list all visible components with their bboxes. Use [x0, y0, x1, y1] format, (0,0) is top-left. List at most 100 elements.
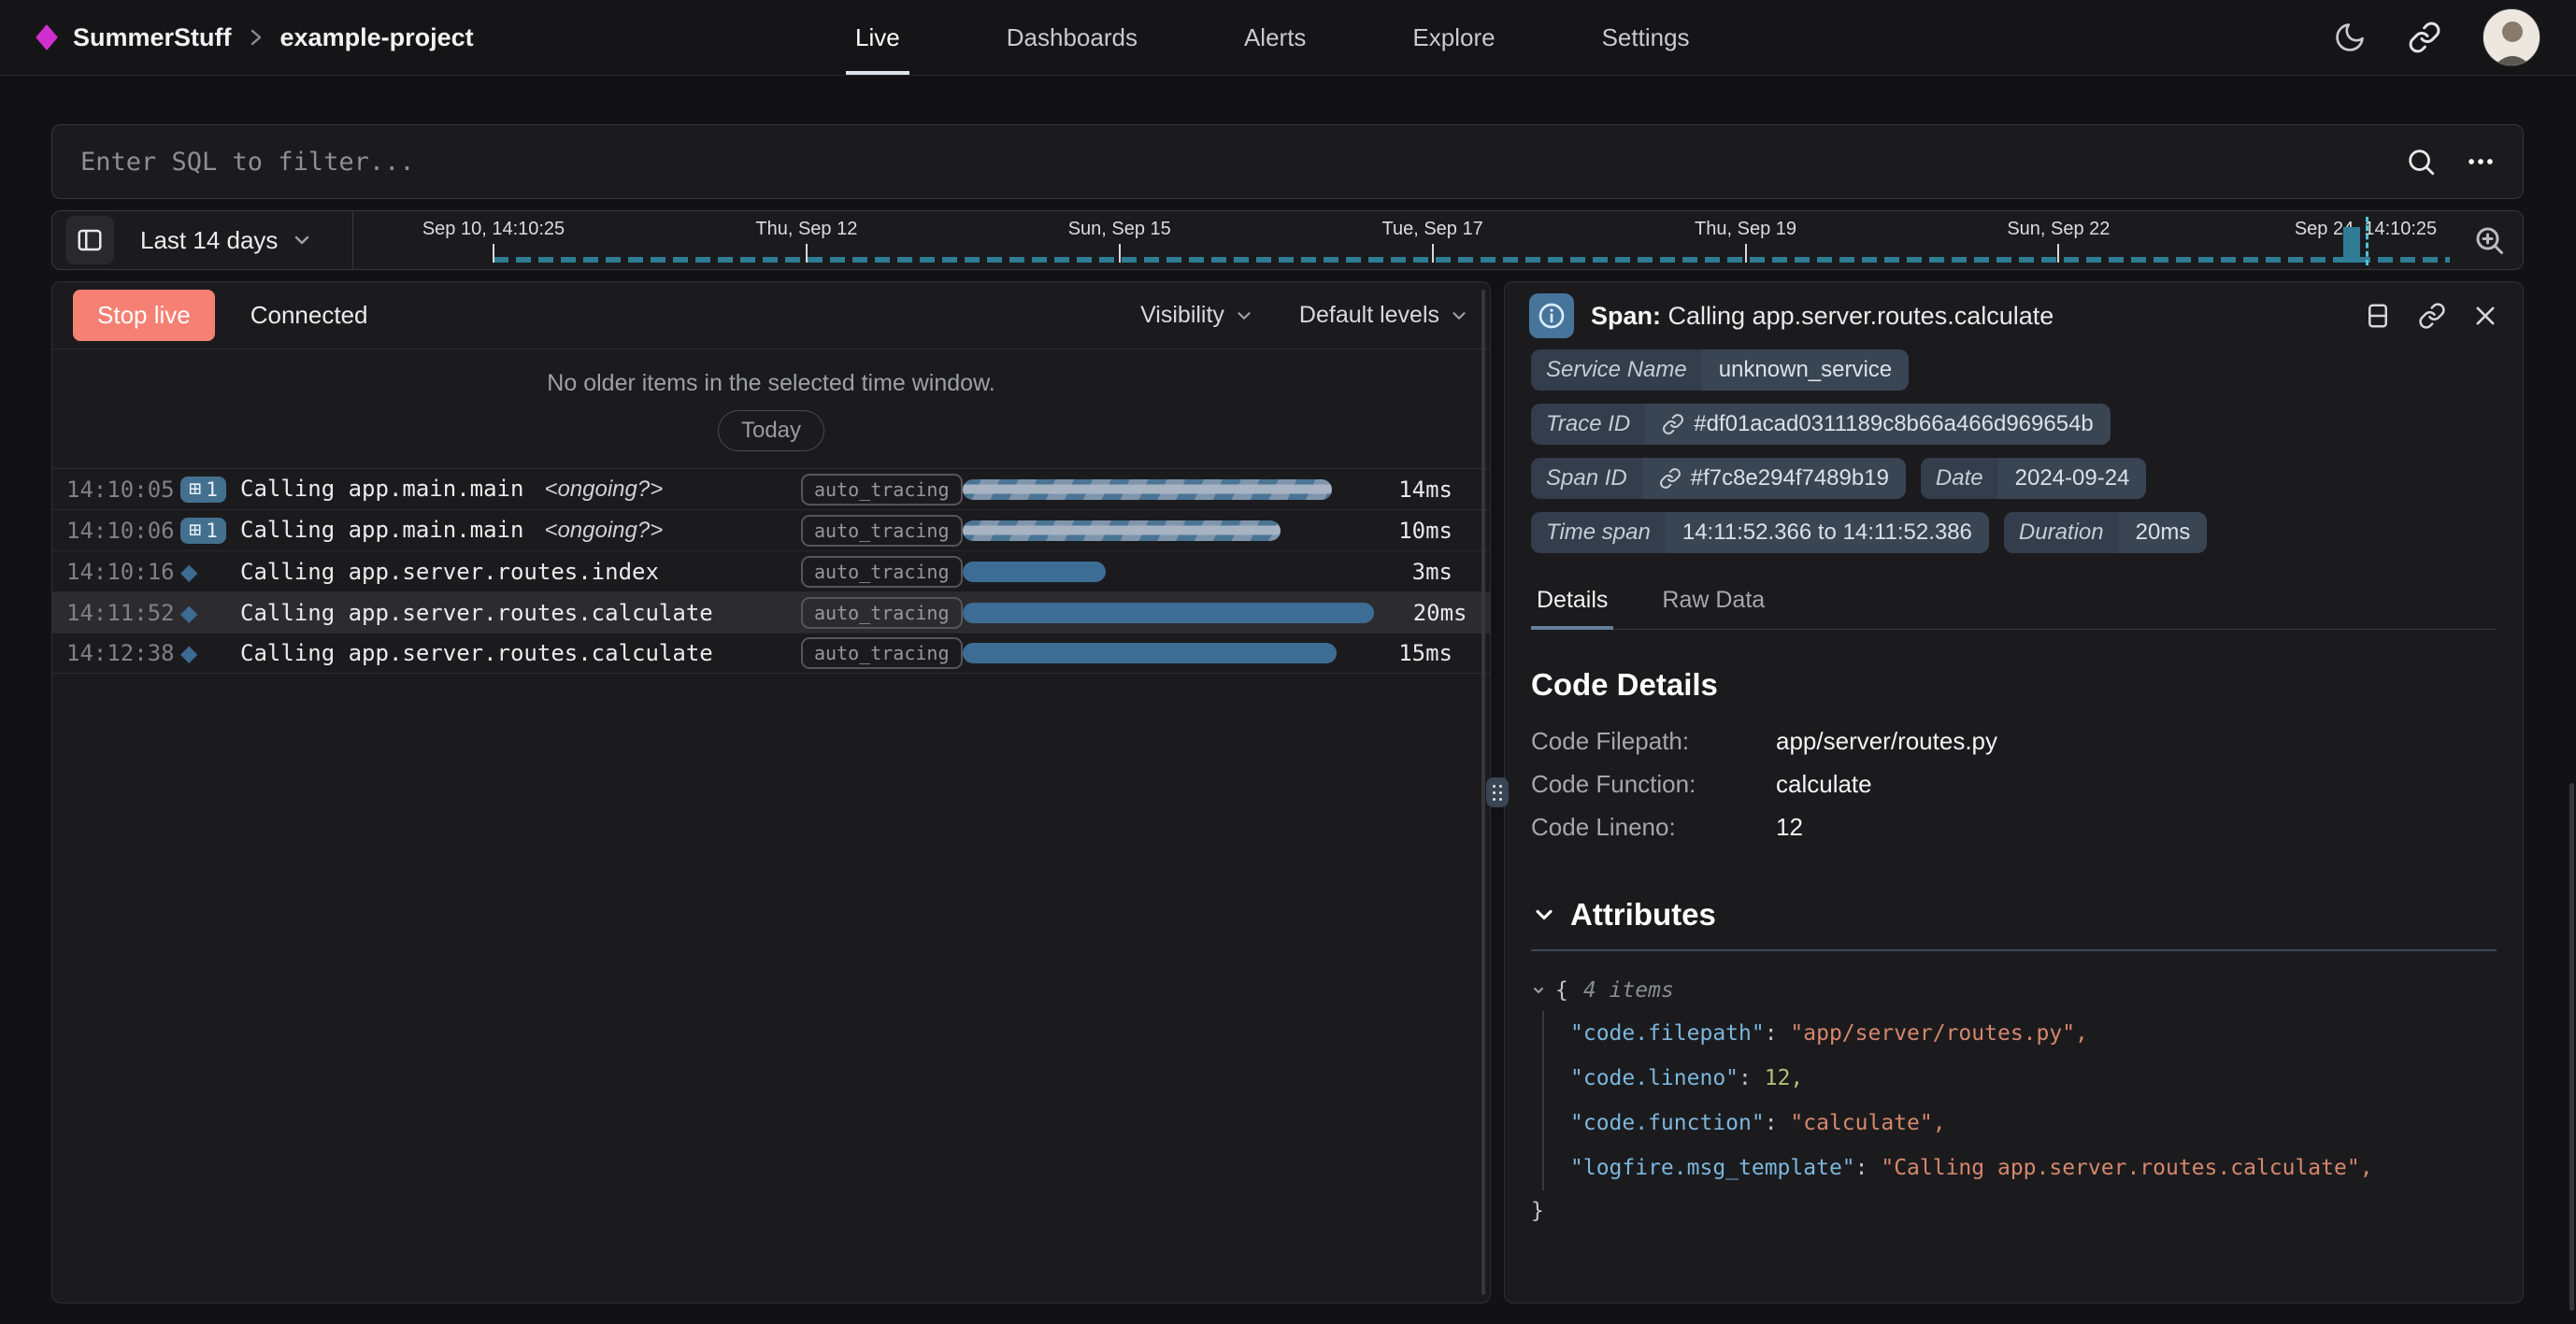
json-close-line: } — [1531, 1190, 2497, 1231]
code-lineno-row: Code Lineno: 12 — [1531, 805, 2497, 848]
log-row-selected[interactable]: 14:11:52 ◆ Calling app.server.routes.cal… — [52, 591, 1490, 633]
tab-details[interactable]: Details — [1531, 579, 1613, 630]
duration-badge: Duration 20ms — [2004, 512, 2207, 553]
page-scrollbar[interactable] — [2569, 783, 2574, 1311]
default-levels-dropdown[interactable]: Default levels — [1299, 302, 1469, 329]
duration-bar — [963, 562, 1106, 582]
filter-more-button[interactable] — [2465, 146, 2497, 178]
log-row[interactable]: 14:10:06 ⊞1 Calling app.main.main<ongoin… — [52, 509, 1490, 550]
panel-resize-grip[interactable] — [1486, 777, 1509, 807]
json-entry: "logfire.msg_template": "Calling app.ser… — [1570, 1146, 2497, 1190]
link-icon — [1662, 413, 1684, 435]
row-message: Calling app.main.main — [240, 517, 523, 543]
attributes-heading: Attributes — [1570, 897, 1716, 932]
chevron-down-icon — [1449, 306, 1469, 326]
tab-live[interactable]: Live — [842, 0, 913, 75]
link-icon — [2418, 302, 2446, 330]
chevron-down-icon — [1531, 983, 1546, 998]
chevron-right-icon — [249, 26, 264, 49]
log-row[interactable]: 14:10:05 ⊞1 Calling app.main.main <ongoin… — [52, 468, 1490, 509]
log-row[interactable]: 14:12:38 ◆ Calling app.server.routes.cal… — [52, 633, 1490, 674]
live-feed-scrollbar[interactable] — [1481, 290, 1485, 1295]
sql-filter-bar — [51, 124, 2524, 199]
brand-diamond-icon — [36, 24, 58, 50]
span-diamond-icon: ◆ — [180, 559, 197, 585]
sidebar-toggle-button[interactable] — [65, 216, 114, 264]
auto-tracing-tag[interactable]: auto_tracing — [801, 637, 963, 669]
avatar[interactable] — [2483, 8, 2540, 66]
sql-filter-input[interactable] — [52, 125, 2405, 198]
json-entry: "code.lineno": 12, — [1570, 1056, 2497, 1101]
time-range-label: Last 14 days — [140, 226, 278, 255]
span-detail-panel: Span: Calling app.server.routes.calculat… — [1504, 281, 2524, 1303]
live-feed-header: Stop live Connected Visibility Default l… — [52, 282, 1490, 349]
attributes-json-viewer: { 4 items "code.filepath": "app/server/r… — [1531, 970, 2497, 1231]
top-nav: SummerStuff example-project Live Dashboa… — [0, 0, 2576, 76]
sidebar-panel-icon — [76, 226, 104, 254]
json-root-line[interactable]: { 4 items — [1531, 970, 2497, 1011]
auto-tracing-tag[interactable]: auto_tracing — [801, 556, 963, 588]
span-count-badge: ⊞1 — [180, 477, 226, 503]
tab-explore[interactable]: Explore — [1399, 0, 1508, 75]
nav-tabs: Live Dashboards Alerts Explore Settings — [343, 0, 2202, 75]
json-entries: "code.filepath": "app/server/routes.py",… — [1542, 1011, 2497, 1190]
row-ongoing-suffix: <ongoing?> — [544, 518, 663, 543]
row-timestamp: 14:10:05 — [66, 477, 180, 503]
trace-id-badge[interactable]: Trace ID #df01acad0311189c8b66a466d96965… — [1531, 404, 2111, 445]
row-message: Calling app.server.routes.calculate — [240, 640, 713, 666]
timeline-zoom-button[interactable] — [2472, 223, 2506, 257]
theme-toggle-button[interactable] — [2333, 21, 2367, 54]
copy-link-button[interactable] — [2418, 302, 2446, 330]
tab-settings[interactable]: Settings — [1589, 0, 1703, 75]
duration-bar — [963, 603, 1374, 623]
row-message: Calling app.main.main — [240, 476, 523, 502]
code-function-row: Code Function: calculate — [1531, 762, 2497, 805]
timeline-activity-dashes — [494, 257, 2450, 263]
time-span-badge: Time span 14:11:52.366 to 14:11:52.386 — [1531, 512, 1989, 553]
time-range-select[interactable]: Last 14 days — [140, 226, 313, 255]
row-duration: 15ms — [1359, 640, 1453, 666]
timeline-divider — [352, 211, 353, 269]
search-button[interactable] — [2405, 146, 2437, 178]
row-timestamp: 14:11:52 — [66, 600, 180, 626]
span-diamond-icon: ◆ — [180, 600, 197, 626]
sql-filter-actions — [2405, 146, 2523, 178]
ellipsis-icon — [2465, 146, 2497, 178]
json-entry: "code.filepath": "app/server/routes.py", — [1570, 1011, 2497, 1056]
row-message: Calling app.server.routes.index — [240, 559, 659, 585]
tab-alerts[interactable]: Alerts — [1231, 0, 1319, 75]
json-items-count: 4 items — [1583, 970, 1674, 1011]
link-icon — [2408, 21, 2441, 54]
tab-dashboards[interactable]: Dashboards — [994, 0, 1151, 75]
attributes-section-toggle[interactable]: Attributes — [1531, 897, 2497, 932]
empty-window-notice: No older items in the selected time wind… — [52, 349, 1490, 468]
link-icon — [1659, 467, 1682, 490]
split-view-button[interactable] — [2364, 302, 2392, 330]
log-row[interactable]: 14:10:16 ◆ Calling app.server.routes.ind… — [52, 550, 1490, 591]
row-message: Calling app.server.routes.calculate — [240, 600, 713, 626]
span-detail-body: Service Name unknown_service Trace ID #d… — [1505, 349, 2523, 1231]
code-filepath-row: Code Filepath: app/server/routes.py — [1531, 719, 2497, 762]
span-id-badge[interactable]: Span ID #f7c8e294f7489b19 — [1531, 458, 1906, 499]
timeline-strip[interactable]: Sep 10, 14:10:25 Thu, Sep 12 Sun, Sep 15… — [494, 211, 2450, 269]
row-duration: 20ms — [1374, 600, 1467, 626]
timeline-selection-cursor[interactable] — [2366, 217, 2368, 265]
org-name[interactable]: SummerStuff — [73, 23, 232, 52]
auto-tracing-tag[interactable]: auto_tracing — [801, 474, 963, 505]
auto-tracing-tag[interactable]: auto_tracing — [801, 597, 963, 629]
stop-live-button[interactable]: Stop live — [73, 290, 215, 341]
share-link-button[interactable] — [2408, 21, 2441, 54]
service-name-badge[interactable]: Service Name unknown_service — [1531, 349, 1909, 391]
close-panel-button[interactable] — [2472, 303, 2498, 329]
auto-tracing-tag[interactable]: auto_tracing — [801, 515, 963, 547]
tab-raw-data[interactable]: Raw Data — [1656, 579, 1770, 629]
today-button[interactable]: Today — [718, 410, 824, 451]
row-ongoing-suffix: <ongoing?> — [544, 477, 663, 502]
empty-window-message: No older items in the selected time wind… — [52, 370, 1490, 397]
code-details-heading: Code Details — [1531, 667, 2497, 703]
detail-tabs: Details Raw Data — [1531, 579, 2497, 630]
close-icon — [2472, 303, 2498, 329]
attributes-divider — [1531, 949, 2497, 951]
span-diamond-icon: ◆ — [180, 640, 197, 666]
visibility-dropdown[interactable]: Visibility — [1140, 302, 1254, 329]
